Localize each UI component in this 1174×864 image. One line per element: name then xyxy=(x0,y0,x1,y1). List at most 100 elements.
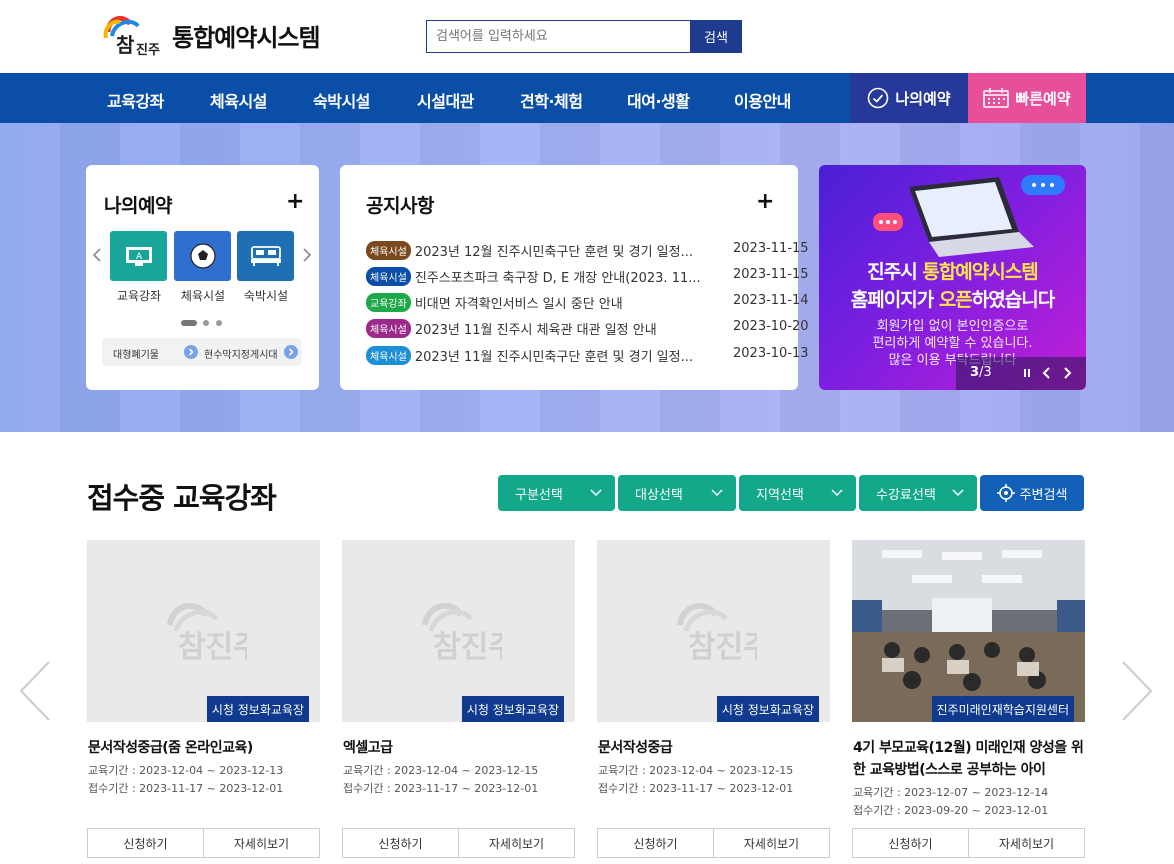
filter-region[interactable]: 지역선택 xyxy=(739,475,856,511)
course-title[interactable]: 엑셀고급 xyxy=(343,737,575,759)
nav-item-tour[interactable]: 견학·체험 xyxy=(520,88,583,112)
nav-item-guide[interactable]: 이용안내 xyxy=(734,88,791,112)
notice-row[interactable]: 교육강좌 비대면 자격확인서비스 일시 중단 안내 2023-11-14 xyxy=(366,293,809,313)
nearby-search-button[interactable]: 주변검색 xyxy=(980,475,1084,511)
course-thumbnail-placeholder[interactable]: 참진주 시청 정보화교육장 xyxy=(342,540,575,722)
nav-item-rental-life[interactable]: 대여·생활 xyxy=(627,88,690,112)
banner-page-current: 3 xyxy=(970,365,980,380)
detail-button[interactable]: 자세히보기 xyxy=(713,829,829,857)
course-apply-period: 접수기간 : 2023-11-17 ~ 2023-12-01 xyxy=(598,782,794,795)
filter-target[interactable]: 대상선택 xyxy=(618,475,736,511)
detail-button[interactable]: 자세히보기 xyxy=(203,829,319,857)
course-photo-classroom[interactable]: 진주미래인재학습지원센터 xyxy=(852,540,1085,722)
notice-date: 2023-10-20 xyxy=(733,319,809,334)
banner-page-indicator: 3/3 xyxy=(970,365,992,380)
course-thumbnail-placeholder[interactable]: 참진주 시청 정보화교육장 xyxy=(597,540,830,722)
banner-text: 진주시 xyxy=(867,261,923,283)
tile-lodging[interactable] xyxy=(237,231,294,281)
my-card-title: 나의예약 xyxy=(104,195,172,217)
course-title[interactable]: 문서작성중급(줌 온라인교육) xyxy=(88,737,320,759)
nav-item-lodging[interactable]: 숙박시설 xyxy=(313,88,370,112)
chevron-down-icon xyxy=(952,489,964,497)
notice-row[interactable]: 체육시설 진주스포츠파크 축구장 D, E 개장 안내(2023. 11... 2… xyxy=(366,267,809,287)
course-location-badge: 시청 정보화교육장 xyxy=(461,696,564,722)
notice-row[interactable]: 체육시설 2023년 12월 진주시민축구단 훈련 및 경기 일정... 2023… xyxy=(366,241,809,261)
quick-links: 대형폐기물 현수막지정게시대 xyxy=(102,338,302,366)
tile-lodging-label: 숙박시설 xyxy=(243,289,289,303)
my-reservation-button[interactable]: 나의예약 xyxy=(850,73,968,123)
nav-item-sports[interactable]: 체육시설 xyxy=(210,88,267,112)
filter-category[interactable]: 구분선택 xyxy=(498,475,615,511)
site-title[interactable]: 통합예약시스템 xyxy=(172,18,321,53)
course-thumbnail-placeholder[interactable]: 참진주 시청 정보화교육장 xyxy=(87,540,320,722)
link-banner-board[interactable]: 현수막지정게시대 xyxy=(204,346,278,361)
filter-fee[interactable]: 수강료선택 xyxy=(859,475,977,511)
check-circle-icon xyxy=(868,87,889,109)
course-edu-period: 교육기간 : 2023-12-04 ~ 2023-12-15 xyxy=(343,764,539,777)
bed-icon xyxy=(250,246,281,266)
chevron-left-icon[interactable] xyxy=(92,247,102,263)
notice-text: 비대면 자격확인서비스 일시 중단 안내 xyxy=(414,297,623,312)
filter-label: 구분선택 xyxy=(515,487,563,503)
chat-bubble-icon xyxy=(1021,175,1065,195)
apply-button[interactable]: 신청하기 xyxy=(343,829,458,857)
calendar-icon xyxy=(983,88,1010,108)
banner-body-line: 회원가입 없이 본인인증으로 xyxy=(876,319,1029,334)
quick-reservation-label: 빠른예약 xyxy=(1015,89,1071,108)
carousel-prev-icon[interactable] xyxy=(18,660,52,722)
notice-row[interactable]: 체육시설 2023년 11월 진주시민축구단 훈련 및 경기 일정... 2023… xyxy=(366,346,809,366)
notice-text: 2023년 11월 진주시 체육관 대관 일정 안내 xyxy=(414,323,657,338)
chevron-down-icon xyxy=(711,489,723,497)
pause-icon[interactable] xyxy=(1022,368,1032,378)
filter-label: 대상선택 xyxy=(635,487,683,503)
banner-prev-icon[interactable] xyxy=(1042,367,1052,379)
notice-text: 진주스포츠파크 축구장 D, E 개장 안내(2023. 11... xyxy=(414,271,701,286)
notice-badge: 체육시설 xyxy=(366,319,411,338)
svg-text:참진주: 참진주 xyxy=(178,630,247,665)
apply-button[interactable]: 신청하기 xyxy=(88,829,203,857)
link-bulky-waste[interactable]: 대형폐기물 xyxy=(113,346,159,361)
notice-date: 2023-11-15 xyxy=(733,267,809,282)
notice-text: 2023년 12월 진주시민축구단 훈련 및 경기 일정... xyxy=(414,245,693,260)
course-title[interactable]: 문서작성중급 xyxy=(598,737,830,759)
notice-row[interactable]: 체육시설 2023년 11월 진주시 체육관 대관 일정 안내 2023-10-2… xyxy=(366,319,809,339)
course-edu-period: 교육기간 : 2023-12-04 ~ 2023-12-15 xyxy=(598,764,794,777)
course-location-badge: 시청 정보화교육장 xyxy=(206,696,309,722)
notice-card: 공지사항 + 체육시설 2023년 12월 진주시민축구단 훈련 및 경기 일정.… xyxy=(340,165,809,390)
my-reservation-label: 나의예약 xyxy=(895,89,951,108)
banner-next-icon[interactable] xyxy=(1062,367,1072,379)
quick-reservation-button[interactable]: 빠른예약 xyxy=(968,73,1086,123)
nav-item-rental-facility[interactable]: 시설대관 xyxy=(417,88,474,112)
notice-more-icon[interactable]: + xyxy=(756,189,774,214)
detail-button[interactable]: 자세히보기 xyxy=(458,829,574,857)
detail-button[interactable]: 자세히보기 xyxy=(968,829,1084,857)
chevron-right-icon[interactable] xyxy=(302,247,312,263)
logo-watermark: 참진주 xyxy=(167,602,247,665)
promo-banner[interactable]: 진주시 통합예약시스템 홈페이지가 오픈하였습니다 회원가입 없이 본인인증으로… xyxy=(819,165,1086,390)
my-card-more-icon[interactable]: + xyxy=(286,189,304,214)
filter-label: 지역선택 xyxy=(756,487,804,503)
search-input[interactable] xyxy=(426,20,691,53)
carousel-dots xyxy=(181,312,223,331)
svg-text:진주: 진주 xyxy=(136,42,160,58)
banner-body-line: 편리하게 예약할 수 있습니다. xyxy=(872,336,1033,351)
carousel-next-icon[interactable] xyxy=(1120,660,1154,722)
apply-button[interactable]: 신청하기 xyxy=(598,829,713,857)
banner-text: 홈페이지가 xyxy=(850,289,939,311)
notice-text: 2023년 11월 진주시민축구단 훈련 및 경기 일정... xyxy=(414,350,693,365)
tile-sports[interactable] xyxy=(174,231,231,281)
arrow-circle-icon xyxy=(184,345,198,359)
course-apply-period: 접수기간 : 2023-09-20 ~ 2023-12-01 xyxy=(853,804,1049,817)
course-title[interactable]: 4기 부모교육(12월) 미래인재 양성을 위한 교육방법(스스로 공부하는 아… xyxy=(853,737,1085,781)
logo-watermark: 참진주 xyxy=(677,602,757,665)
nav-item-education[interactable]: 교육강좌 xyxy=(107,88,164,112)
search-button[interactable]: 검색 xyxy=(690,20,742,53)
tile-education[interactable]: A xyxy=(110,231,167,281)
crosshair-icon xyxy=(996,484,1015,502)
course-apply-period: 접수기간 : 2023-11-17 ~ 2023-12-01 xyxy=(343,782,539,795)
banner-text: 하였습니다 xyxy=(971,289,1055,311)
site-logo[interactable]: 참 진주 xyxy=(102,12,162,58)
notice-badge: 체육시설 xyxy=(366,267,411,286)
svg-text:참진주: 참진주 xyxy=(688,630,757,665)
apply-button[interactable]: 신청하기 xyxy=(853,829,968,857)
